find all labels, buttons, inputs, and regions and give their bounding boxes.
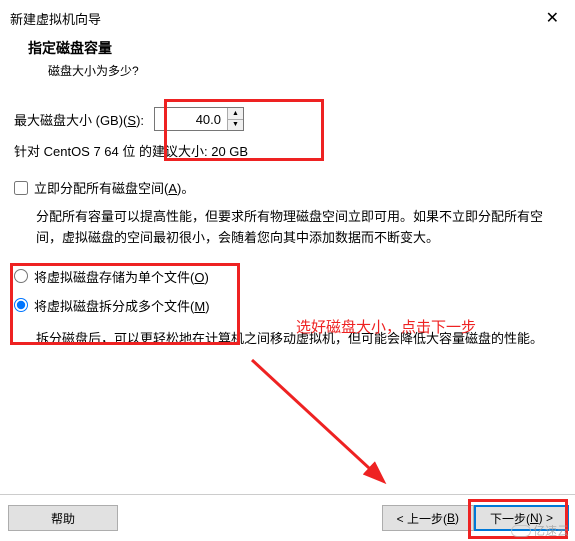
content-area: 最大磁盘大小 (GB)(S): ▲ ▼ 针对 CentOS 7 64 位 的建议…: [0, 107, 575, 353]
store-single-file-label: 将虚拟磁盘存储为单个文件(O): [34, 267, 209, 286]
spinner-buttons[interactable]: ▲ ▼: [227, 108, 243, 130]
page-subtitle: 磁盘大小为多少?: [28, 62, 575, 79]
window-title: 新建虚拟机向导: [10, 9, 101, 28]
watermark: 亿速云: [511, 522, 569, 539]
recommended-size-text: 针对 CentOS 7 64 位 的建议大小: 20 GB: [14, 141, 559, 160]
disk-size-row: 最大磁盘大小 (GB)(S): ▲ ▼: [14, 107, 559, 131]
spinner-up-icon[interactable]: ▲: [228, 108, 243, 120]
annotation-text: 选好磁盘大小，点击下一步: [296, 316, 476, 337]
disk-size-input[interactable]: [155, 108, 227, 130]
watermark-text: 亿速云: [533, 522, 569, 539]
split-multiple-files-label: 将虚拟磁盘拆分成多个文件(M): [34, 296, 210, 315]
page-title: 指定磁盘容量: [28, 38, 575, 58]
cloud-icon: [511, 525, 531, 537]
close-icon[interactable]: ✕: [542, 8, 563, 28]
split-description: 拆分磁盘后，可以更轻松地在计算机之间移动虚拟机，但可能会降低大容量磁盘的性能。: [14, 325, 559, 354]
annotation-arrow-icon: [232, 350, 412, 510]
store-single-file-row[interactable]: 将虚拟磁盘存储为单个文件(O): [14, 267, 559, 286]
titlebar: 新建虚拟机向导 ✕: [0, 0, 575, 32]
wizard-footer: 帮助 < 上一步(B) 下一步(N) >: [0, 494, 575, 541]
split-multiple-files-radio[interactable]: [14, 298, 28, 312]
allocate-description: 分配所有容量可以提高性能，但要求所有物理磁盘空间立即可用。如果不立即分配所有空间…: [14, 203, 559, 253]
disk-size-label: 最大磁盘大小 (GB)(S):: [14, 110, 144, 129]
allocate-now-checkbox-row[interactable]: 立即分配所有磁盘空间(A)。: [14, 178, 559, 197]
allocate-now-label: 立即分配所有磁盘空间(A)。: [34, 178, 194, 197]
split-multiple-files-row[interactable]: 将虚拟磁盘拆分成多个文件(M): [14, 296, 559, 315]
disk-size-spinner[interactable]: ▲ ▼: [154, 107, 244, 131]
help-button[interactable]: 帮助: [8, 505, 118, 531]
back-button[interactable]: < 上一步(B): [382, 505, 474, 531]
store-single-file-radio[interactable]: [14, 269, 28, 283]
allocate-now-checkbox[interactable]: [14, 181, 28, 195]
wizard-header: 指定磁盘容量 磁盘大小为多少?: [0, 32, 575, 89]
disk-file-mode-group: 将虚拟磁盘存储为单个文件(O) 将虚拟磁盘拆分成多个文件(M) 拆分磁盘后，可以…: [14, 267, 559, 354]
spinner-down-icon[interactable]: ▼: [228, 120, 243, 131]
